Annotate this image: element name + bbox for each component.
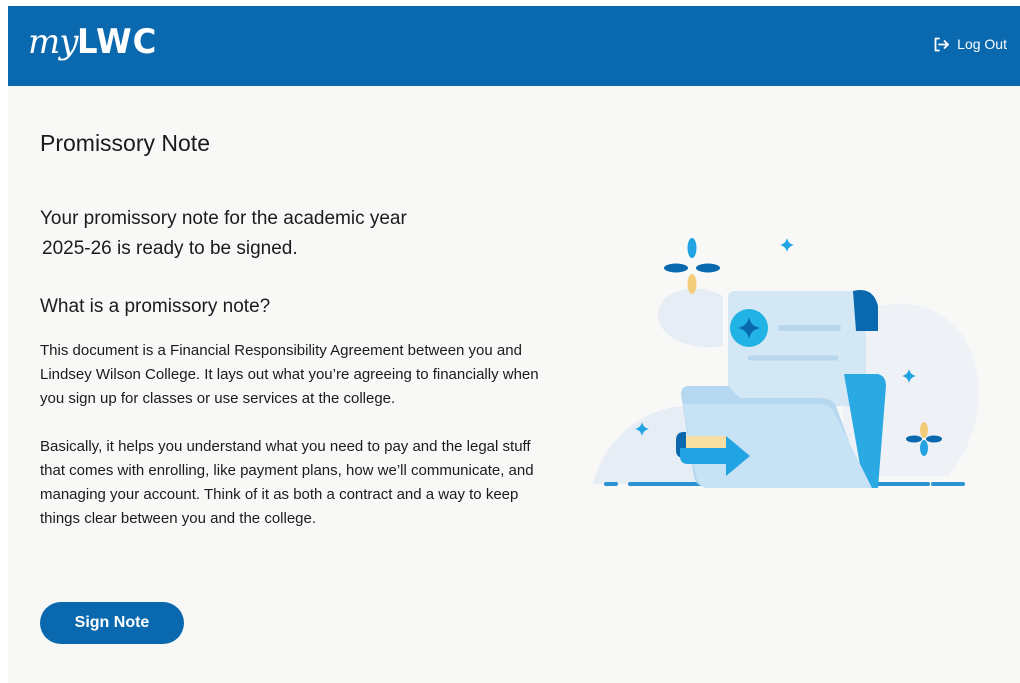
ready-message-line2: 2025-26 is ready to be signed. <box>42 238 298 259</box>
mylwc-logo[interactable]: my LWC <box>28 22 162 72</box>
logout-icon <box>934 37 950 51</box>
app-frame: my LWC Log Out Promissory Note Your prom… <box>8 6 1020 683</box>
description-paragraph-1: This document is a Financial Responsibil… <box>40 342 539 407</box>
logout-label: Log Out <box>957 36 1007 52</box>
sign-note-button[interactable]: Sign Note <box>40 602 184 644</box>
logout-button[interactable]: Log Out <box>933 36 1007 52</box>
page-title: Promissory Note <box>40 130 210 156</box>
logo-suffix: LWC <box>77 22 158 62</box>
logo-prefix: my <box>28 22 78 62</box>
top-header: my LWC Log Out <box>8 6 1020 86</box>
ready-message-line1: Your promissory note for the academic ye… <box>40 208 407 229</box>
section-heading: What is a promissory note? <box>40 296 271 317</box>
description-paragraph-2: Basically, it helps you understand what … <box>40 438 534 527</box>
document-illustration <box>593 238 979 488</box>
ready-message: Your promissory note for the academic ye… <box>40 204 460 264</box>
